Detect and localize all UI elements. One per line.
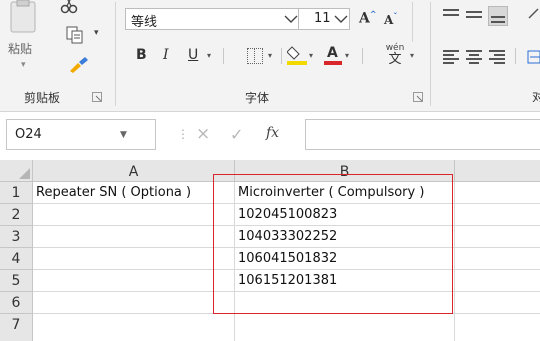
cell-c6[interactable] <box>455 292 540 314</box>
orientation-icon[interactable] <box>527 6 540 20</box>
cell-c7[interactable] <box>455 314 540 341</box>
font-color-swatch <box>324 61 342 65</box>
cell-a1[interactable]: Repeater SN ( Optiona ) <box>33 182 235 204</box>
align-top-icon[interactable] <box>443 9 459 23</box>
font-color-caret-icon[interactable]: ▾ <box>345 51 349 60</box>
cell-b1[interactable]: Microinverter ( Compulsory ) <box>235 182 455 204</box>
cell-b5[interactable]: 106151201381 <box>235 270 455 292</box>
font-size-chevron-down-icon[interactable] <box>334 14 348 24</box>
alignment-group-label-clipped: 对 <box>532 90 540 102</box>
toolbar-separator <box>281 48 282 64</box>
formula-bar-resize-handle[interactable]: ⋮ <box>177 127 189 141</box>
merge-center-icon[interactable] <box>527 50 540 64</box>
align-left-icon[interactable] <box>443 50 459 64</box>
row-header[interactable]: 6 <box>0 292 33 314</box>
select-all-corner[interactable] <box>0 160 33 182</box>
phonetic-guide-icon[interactable]: wén 文 <box>384 43 406 67</box>
cell-c4[interactable] <box>455 248 540 270</box>
align-bottom-icon[interactable] <box>488 6 508 26</box>
cell-c1[interactable] <box>455 182 540 204</box>
formula-input[interactable] <box>305 119 540 150</box>
cell-c2[interactable] <box>455 204 540 226</box>
underline-caret-icon[interactable]: ▾ <box>207 51 211 60</box>
copy-caret-icon[interactable]: ▾ <box>94 28 99 38</box>
cell-a3[interactable] <box>33 226 235 248</box>
copy-icon[interactable] <box>66 26 84 44</box>
enter-icon[interactable]: ✓ <box>230 125 243 144</box>
paste-caret-icon[interactable]: ▾ <box>21 60 26 70</box>
name-box[interactable]: O24 <box>6 119 156 150</box>
group-separator <box>430 2 431 106</box>
font-size-value: 11 <box>314 11 331 26</box>
font-group-label: 字体 <box>245 91 270 105</box>
font-color-letter: A <box>327 45 338 61</box>
clipboard-group-label: 剪贴板 <box>24 91 61 105</box>
cell-a4[interactable] <box>33 248 235 270</box>
toolbar-separator <box>223 48 224 64</box>
align-center-icon[interactable] <box>466 50 482 64</box>
toolbar-separator <box>515 48 516 64</box>
cell-a7[interactable] <box>33 314 235 341</box>
paste-button-label[interactable]: 粘贴 <box>8 40 32 57</box>
cell-c5[interactable] <box>455 270 540 292</box>
row-header[interactable]: 5 <box>0 270 33 292</box>
row-header[interactable]: 1 <box>0 182 33 204</box>
fill-color-icon[interactable] <box>287 44 307 66</box>
phonetic-caret-icon[interactable]: ▾ <box>410 51 414 60</box>
row-header[interactable]: 4 <box>0 248 33 270</box>
group-separator <box>115 2 116 106</box>
align-right-icon[interactable] <box>489 50 505 64</box>
borders-icon[interactable] <box>247 48 263 64</box>
group-separator <box>412 2 413 42</box>
cell-b2[interactable]: 102045100823 <box>235 204 455 226</box>
font-name-chevron-down-icon[interactable] <box>284 14 298 24</box>
column-header-c[interactable] <box>455 160 540 182</box>
cancel-icon[interactable]: × <box>196 124 210 144</box>
ribbon: 粘贴 ▾ ▾ 剪贴板 等线 11 A^ Aˇ B I U ▾ ▾ ▾ A ▾ w… <box>0 0 540 112</box>
select-all-triangle-icon <box>19 168 30 179</box>
worksheet-grid: A B 1 Repeater SN ( Optiona ) Microinver… <box>0 160 540 341</box>
bold-button[interactable]: B <box>136 47 147 63</box>
cell-a2[interactable] <box>33 204 235 226</box>
name-box-chevron-down-icon[interactable]: ▼ <box>120 130 127 140</box>
format-painter-icon[interactable] <box>68 57 90 73</box>
cell-b7[interactable] <box>235 314 455 341</box>
paste-icon[interactable] <box>8 0 38 38</box>
fill-color-caret-icon[interactable]: ▾ <box>309 51 313 60</box>
cell-b3[interactable]: 104033302252 <box>235 226 455 248</box>
cell-b4[interactable]: 106041501832 <box>235 248 455 270</box>
decrease-font-size-icon[interactable]: Aˇ <box>384 11 397 27</box>
cell-a6[interactable] <box>33 292 235 314</box>
align-middle-icon[interactable] <box>466 9 482 23</box>
shrink-font-letter: A <box>384 13 394 27</box>
phonetic-guide-bottom: 文 <box>388 52 402 67</box>
row-header[interactable]: 3 <box>0 226 33 248</box>
increase-font-size-icon[interactable]: A^ <box>359 9 377 27</box>
grow-font-letter: A <box>359 10 370 27</box>
cell-a5[interactable] <box>33 270 235 292</box>
font-name-value: 等线 <box>131 15 158 30</box>
column-header-a[interactable]: A <box>33 160 235 182</box>
insert-function-icon[interactable]: fx <box>266 125 279 141</box>
name-box-value: O24 <box>15 127 42 142</box>
borders-caret-icon[interactable]: ▾ <box>268 51 272 60</box>
scissors-icon[interactable] <box>58 0 80 14</box>
column-header-b[interactable]: B <box>235 160 455 182</box>
cell-b6[interactable] <box>235 292 455 314</box>
row-header[interactable]: 7 <box>0 314 33 341</box>
fx-label: fx <box>266 125 280 141</box>
toolbar-separator <box>362 48 363 64</box>
clipboard-dialog-launcher-icon[interactable] <box>92 92 102 102</box>
italic-button[interactable]: I <box>163 47 169 63</box>
cell-c3[interactable] <box>455 226 540 248</box>
underline-button[interactable]: U <box>188 47 198 63</box>
row-header[interactable]: 2 <box>0 204 33 226</box>
font-color-icon[interactable]: A <box>324 44 342 66</box>
font-dialog-launcher-icon[interactable] <box>413 92 423 102</box>
